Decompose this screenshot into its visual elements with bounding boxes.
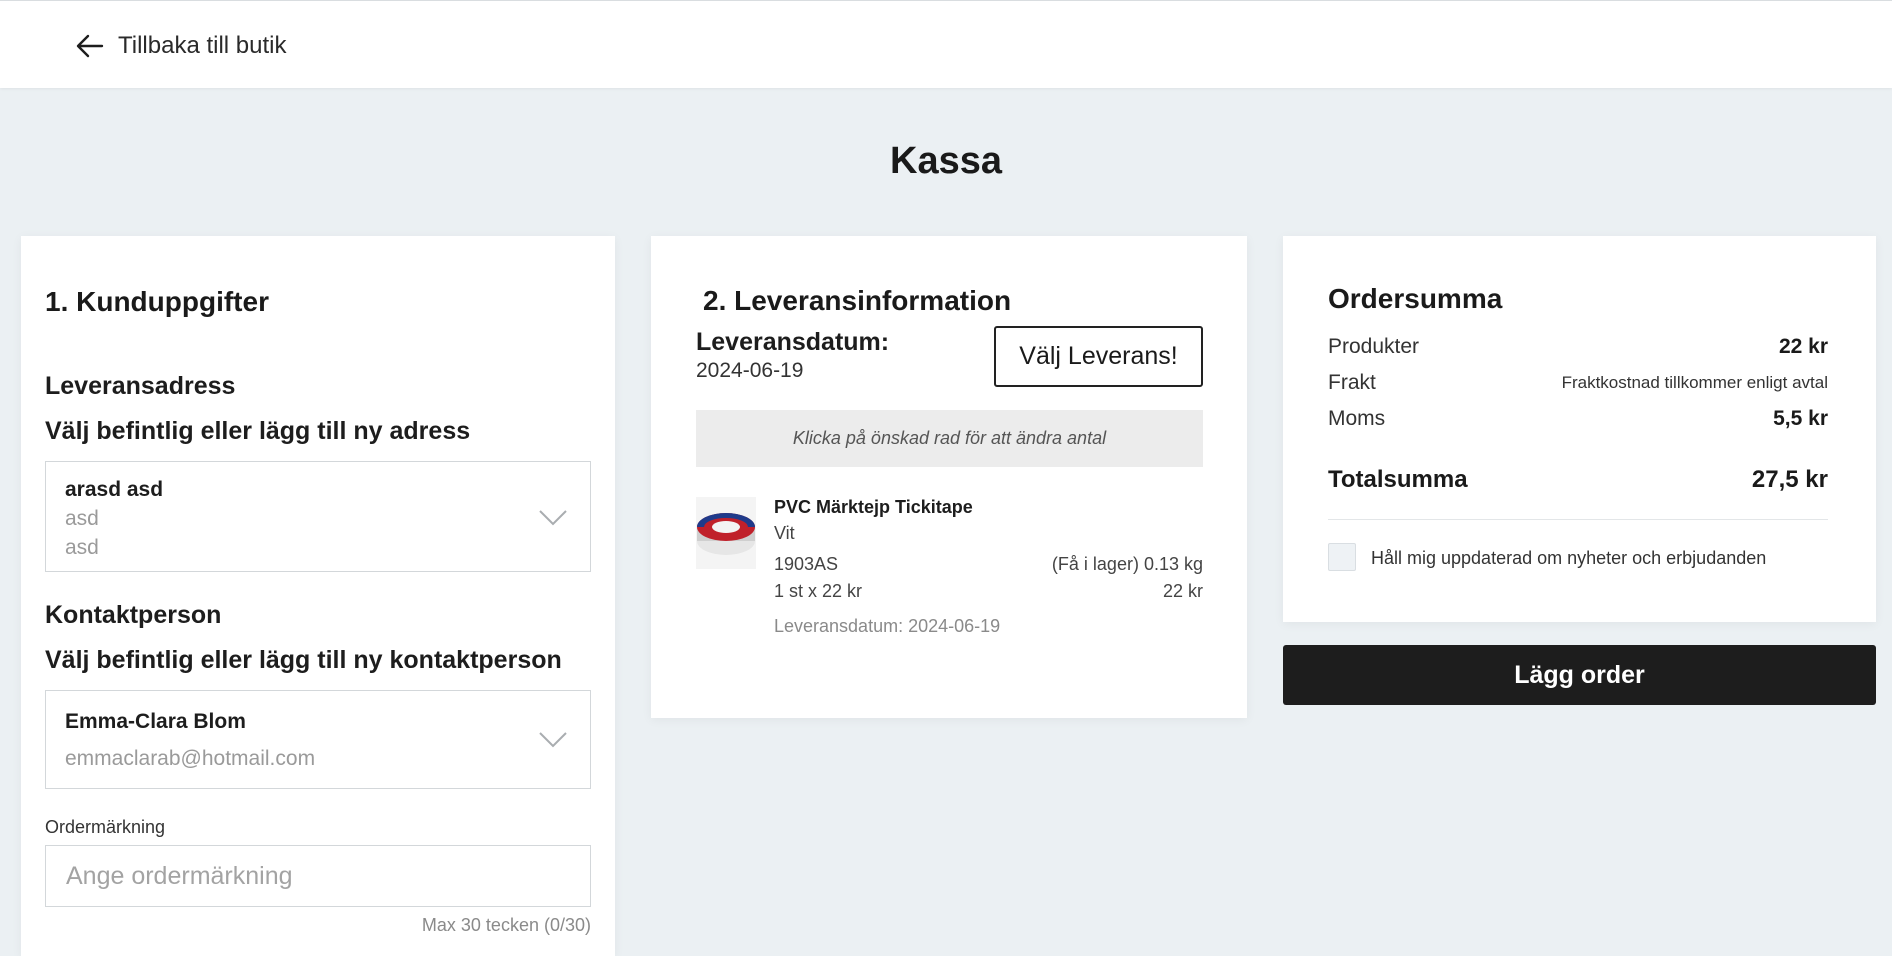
customer-section-title: 1. Kunduppgifter [45, 286, 269, 317]
delivery-date-value: 2024-06-19 [696, 359, 804, 382]
summary-total-row: Totalsumma 27,5 kr [1328, 466, 1828, 500]
product-variant: Vit [774, 523, 795, 543]
back-to-shop-link[interactable]: Tillbaka till butik [74, 29, 287, 63]
product-line-total: 22 kr [1162, 581, 1203, 601]
summary-row-label: Moms [1328, 407, 1386, 430]
tape-roll-image [697, 513, 755, 555]
summary-divider [1328, 519, 1828, 520]
order-marking-input[interactable] [45, 845, 591, 907]
summary-row-value: 5,5 kr [1773, 407, 1828, 430]
order-marking-label: Ordermärkning [45, 817, 166, 837]
contact-prompt: Välj befintlig eller lägg till ny kontak… [45, 646, 562, 674]
summary-row-shipping: Frakt Fraktkostnad tillkommer enligt avt… [1328, 371, 1828, 399]
delivery-date-label: Leveransdatum: [696, 328, 890, 356]
back-link-label: Tillbaka till butik [118, 32, 287, 59]
product-name: PVC Märktejp Tickitape [774, 497, 973, 517]
summary-row-vat: Moms 5,5 kr [1328, 407, 1828, 435]
arrow-left-icon [76, 34, 104, 58]
product-thumbnail [696, 497, 756, 569]
delivery-section-title: 2. Leveransinformation [703, 285, 1012, 316]
page-title: Kassa [890, 140, 1002, 182]
chevron-down-icon [539, 732, 567, 748]
order-summary-card: Ordersumma Produkter 22 kr Frakt Fraktko… [1283, 236, 1876, 622]
contact-email: emmaclarab@hotmail.com [65, 747, 316, 770]
place-order-button[interactable]: Lägg order [1283, 645, 1876, 705]
total-label: Totalsumma [1328, 466, 1468, 493]
summary-row-value: Fraktkostnad tillkommer enligt avtal [1561, 373, 1828, 392]
contact-person-heading: Kontaktperson [45, 601, 222, 629]
delivery-address-heading: Leveransadress [45, 372, 236, 400]
quantity-info-bar: Klicka på önskad rad för att ändra antal [696, 410, 1203, 467]
address-line-1: asd [65, 507, 99, 530]
product-qty-price: 1 st x 22 kr [774, 581, 863, 601]
summary-row-products: Produkter 22 kr [1328, 335, 1828, 363]
total-value: 27,5 kr [1751, 466, 1828, 493]
newsletter-label: Håll mig uppdaterad om nyheter och erbju… [1371, 548, 1767, 568]
summary-row-label: Produkter [1328, 335, 1420, 358]
customer-details-card: 1. Kunduppgifter Leveransadress Välj bef… [21, 236, 615, 956]
address-prompt: Välj befintlig eller lägg till ny adress [45, 417, 471, 445]
product-stock-weight: (Få i lager) 0.13 kg [1051, 554, 1203, 574]
summary-row-value: 22 kr [1778, 335, 1828, 358]
top-bar: Tillbaka till butik [0, 0, 1892, 88]
product-delivery-date: Leveransdatum: 2024-06-19 [774, 616, 1001, 636]
product-sku: 1903AS [774, 554, 839, 574]
order-marking-hint: Max 30 tecken (0/30) [421, 915, 591, 935]
newsletter-checkbox[interactable] [1328, 543, 1356, 571]
chevron-down-icon [539, 510, 567, 526]
address-select[interactable]: arasd asd asd asd [45, 461, 591, 572]
contact-name: Emma-Clara Blom [65, 710, 246, 733]
contact-select[interactable]: Emma-Clara Blom emmaclarab@hotmail.com [45, 690, 591, 789]
choose-delivery-button[interactable]: Välj Leverans! [994, 326, 1203, 387]
summary-row-label: Frakt [1328, 371, 1376, 394]
summary-title: Ordersumma [1328, 283, 1503, 314]
address-name: arasd asd [65, 478, 164, 501]
address-line-2: asd [65, 536, 99, 559]
delivery-info-card: 2. Leveransinformation Leveransdatum: 20… [651, 236, 1247, 718]
